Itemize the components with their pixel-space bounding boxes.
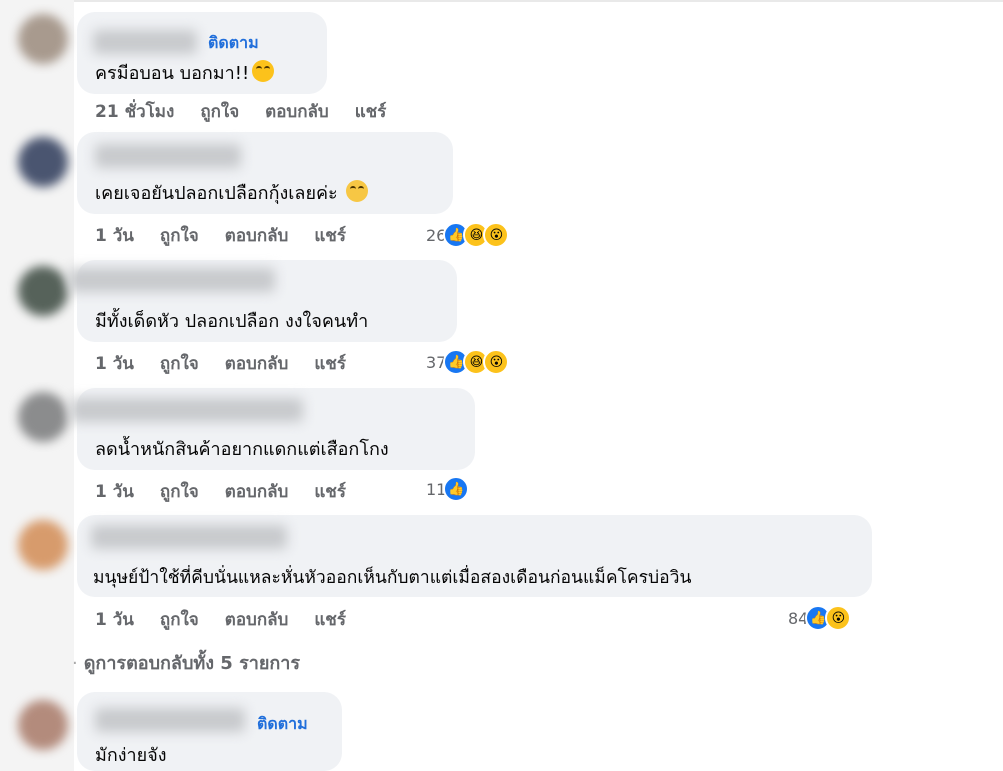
reply-action[interactable]: ตอบกลับ <box>225 350 289 377</box>
avatar[interactable] <box>18 520 68 570</box>
comment-text: เคยเจอยันปลอกเปลือกกุ้งเลยค่ะ <box>95 178 369 207</box>
reaction-summary[interactable]: 26 👍 😆 😮 <box>426 221 510 249</box>
reply-action[interactable]: ตอบกลับ <box>225 222 289 249</box>
comment-bubble: ติดตาม ครมีอบอน บอกมา!! <box>77 12 327 94</box>
share-action[interactable]: แชร์ <box>355 98 387 125</box>
avatar[interactable] <box>18 392 68 442</box>
wow-reaction-icon: 😮 <box>483 222 510 248</box>
author-name-redacted[interactable] <box>71 398 303 422</box>
author-name-redacted[interactable] <box>95 708 245 732</box>
reaction-summary[interactable]: 11 👍 <box>426 475 470 503</box>
comment-bubble: ลดน้ำหนักสินค้าอยากแดกแต่เสือกโกง <box>71 388 475 470</box>
author-name-redacted[interactable] <box>91 525 287 549</box>
comment-actions: 1 วัน ถูกใจ ตอบกลับ แชร์ <box>95 222 346 248</box>
timestamp-link[interactable]: 1 วัน <box>95 606 134 633</box>
follow-link[interactable]: ติดตาม <box>208 31 259 56</box>
comment-actions: 1 วัน ถูกใจ ตอบกลับ แชร์ <box>95 606 346 632</box>
left-gutter <box>0 0 74 771</box>
comment-bubble: มนุษย์ป้าใช้ที่คีบนั่นแหละหั่นหัวออกเห็น… <box>77 515 872 597</box>
timestamp-link[interactable]: 1 วัน <box>95 350 134 377</box>
wow-reaction-icon: 😮 <box>483 349 510 375</box>
comment-text: มักง่ายจัง <box>95 745 167 766</box>
reply-connector-icon: · <box>72 653 78 674</box>
wow-reaction-icon: 😮 <box>825 605 852 631</box>
timestamp-link[interactable]: 1 วัน <box>95 478 134 505</box>
avatar[interactable] <box>18 14 68 64</box>
reaction-summary[interactable]: 37 👍 😆 😮 <box>426 348 510 376</box>
avatar[interactable] <box>18 700 68 750</box>
comment-text: ครมีอบอน บอกมา!! <box>95 58 275 87</box>
reaction-summary[interactable]: 84 👍 😮 <box>788 604 852 632</box>
avatar[interactable] <box>18 137 68 187</box>
like-action[interactable]: ถูกใจ <box>160 350 199 377</box>
author-name-redacted[interactable] <box>93 30 197 54</box>
like-action[interactable]: ถูกใจ <box>160 606 199 633</box>
comment-text: มนุษย์ป้าใช้ที่คีบนั่นแหละหั่นหัวออกเห็น… <box>93 568 692 588</box>
comment-text: มีทั้งเด็ดหัว ปลอกเปลือก งงใจคนทำ <box>95 311 369 332</box>
comment-bubble: เคยเจอยันปลอกเปลือกกุ้งเลยค่ะ <box>77 132 453 214</box>
share-action[interactable]: แชร์ <box>314 350 346 377</box>
comment-actions: 1 วัน ถูกใจ ตอบกลับ แชร์ <box>95 350 346 376</box>
reply-action[interactable]: ตอบกลับ <box>225 478 289 505</box>
avatar[interactable] <box>18 266 68 316</box>
timestamp-link[interactable]: 1 วัน <box>95 222 134 249</box>
author-name-redacted[interactable] <box>95 144 241 168</box>
timestamp-link[interactable]: 21 ชั่วโมง <box>95 98 174 125</box>
share-action[interactable]: แชร์ <box>314 222 346 249</box>
grinning-sweat-emoji <box>252 60 275 82</box>
like-reaction-icon: 👍 <box>443 476 470 502</box>
comment-text: ลดน้ำหนักสินค้าอยากแดกแต่เสือกโกง <box>95 439 389 460</box>
like-action[interactable]: ถูกใจ <box>200 98 239 125</box>
reply-action[interactable]: ตอบกลับ <box>225 606 289 633</box>
view-replies-label[interactable]: ดูการตอบกลับทั้ง 5 รายการ <box>84 653 300 674</box>
comment-actions: 21 ชั่วโมง ถูกใจ ตอบกลับ แชร์ <box>95 98 386 124</box>
top-divider <box>74 0 1003 2</box>
reply-action[interactable]: ตอบกลับ <box>265 98 329 125</box>
like-action[interactable]: ถูกใจ <box>160 222 199 249</box>
share-action[interactable]: แชร์ <box>314 478 346 505</box>
follow-link[interactable]: ติดตาม <box>257 712 308 737</box>
comment-bubble: มีทั้งเด็ดหัว ปลอกเปลือก งงใจคนทำ <box>69 260 457 342</box>
comment-bubble: ติดตาม มักง่ายจัง <box>77 692 342 771</box>
author-name-redacted[interactable] <box>69 268 275 292</box>
share-action[interactable]: แชร์ <box>314 606 346 633</box>
comment-actions: 1 วัน ถูกใจ ตอบกลับ แชร์ <box>95 478 346 504</box>
teary-emoji <box>346 180 369 202</box>
like-action[interactable]: ถูกใจ <box>160 478 199 505</box>
view-replies-link[interactable]: · ดูการตอบกลับทั้ง 5 รายการ <box>72 648 300 677</box>
